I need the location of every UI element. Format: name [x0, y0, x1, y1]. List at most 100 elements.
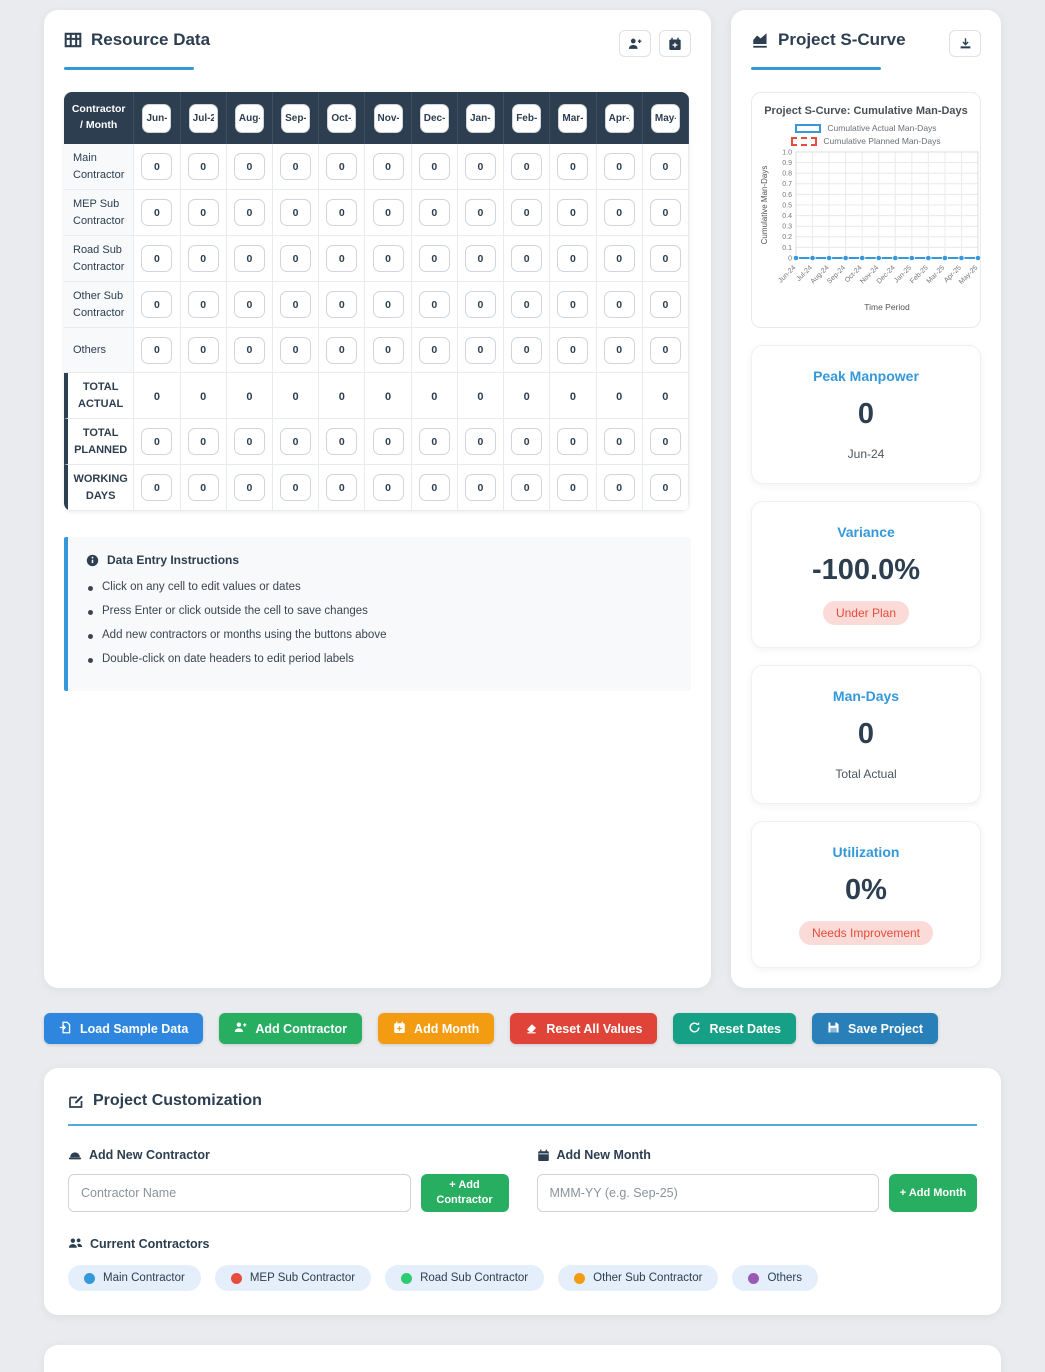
- total-value-input[interactable]: [233, 474, 265, 501]
- value-input[interactable]: [372, 199, 404, 226]
- value-input[interactable]: [649, 245, 681, 272]
- value-input[interactable]: [649, 336, 681, 364]
- load-sample-data-button[interactable]: Load Sample Data: [44, 1013, 204, 1044]
- value-input[interactable]: [372, 291, 404, 318]
- value-input[interactable]: [326, 336, 358, 364]
- value-input[interactable]: [418, 336, 450, 364]
- total-value-input[interactable]: [557, 428, 589, 455]
- value-input[interactable]: [280, 199, 312, 226]
- value-input[interactable]: [372, 153, 404, 180]
- value-input[interactable]: [464, 336, 496, 364]
- value-input[interactable]: [511, 153, 543, 180]
- value-input[interactable]: [233, 153, 265, 180]
- value-input[interactable]: [326, 199, 358, 226]
- value-input[interactable]: [233, 245, 265, 272]
- value-input[interactable]: [326, 245, 358, 272]
- value-input[interactable]: [372, 245, 404, 272]
- reset-dates-button[interactable]: Reset Dates: [673, 1013, 797, 1044]
- download-chart-button[interactable]: [949, 30, 981, 57]
- new-month-input[interactable]: [536, 1174, 879, 1212]
- total-value-input[interactable]: [418, 474, 450, 501]
- total-value-input[interactable]: [418, 428, 450, 455]
- add-contractor-button[interactable]: + Add Contractor: [420, 1174, 509, 1212]
- total-value-input[interactable]: [511, 474, 543, 501]
- total-value-input[interactable]: [372, 428, 404, 455]
- value-input[interactable]: [511, 336, 543, 364]
- value-input[interactable]: [649, 153, 681, 180]
- total-value-input[interactable]: [280, 428, 312, 455]
- total-value-input[interactable]: [280, 474, 312, 501]
- value-input[interactable]: [464, 291, 496, 318]
- value-input[interactable]: [141, 291, 173, 318]
- month-header-input[interactable]: [142, 103, 172, 133]
- value-input[interactable]: [464, 199, 496, 226]
- value-input[interactable]: [372, 336, 404, 364]
- month-header-input[interactable]: [512, 103, 542, 133]
- add-contractor-button[interactable]: Add Contractor: [219, 1013, 363, 1044]
- value-input[interactable]: [326, 291, 358, 318]
- value-input[interactable]: [511, 199, 543, 226]
- value-input[interactable]: [464, 153, 496, 180]
- value-input[interactable]: [649, 199, 681, 226]
- value-input[interactable]: [326, 153, 358, 180]
- total-value-input[interactable]: [372, 474, 404, 501]
- add-month-button[interactable]: Add Month: [378, 1013, 495, 1044]
- add-month-icon-button[interactable]: [659, 30, 691, 57]
- month-header-input[interactable]: [234, 103, 264, 133]
- total-value-input[interactable]: [141, 474, 173, 501]
- value-input[interactable]: [464, 245, 496, 272]
- total-value-input[interactable]: [603, 474, 635, 501]
- total-value-input[interactable]: [141, 428, 173, 455]
- total-value-input[interactable]: [187, 428, 219, 455]
- value-input[interactable]: [187, 153, 219, 180]
- value-input[interactable]: [418, 199, 450, 226]
- total-value-input[interactable]: [187, 474, 219, 501]
- total-value-input[interactable]: [326, 428, 358, 455]
- month-header-input[interactable]: [188, 103, 218, 133]
- add-contractor-icon-button[interactable]: [619, 30, 651, 57]
- month-header-input[interactable]: [419, 103, 449, 133]
- value-input[interactable]: [557, 336, 589, 364]
- month-header-input[interactable]: [327, 103, 357, 133]
- add-month-button[interactable]: + Add Month: [889, 1174, 977, 1212]
- reset-all-values-button[interactable]: Reset All Values: [510, 1013, 658, 1044]
- value-input[interactable]: [511, 245, 543, 272]
- save-project-button[interactable]: Save Project: [812, 1013, 939, 1044]
- value-input[interactable]: [280, 153, 312, 180]
- value-input[interactable]: [603, 153, 635, 180]
- total-value-input[interactable]: [649, 428, 681, 455]
- total-value-input[interactable]: [511, 428, 543, 455]
- value-input[interactable]: [557, 245, 589, 272]
- value-input[interactable]: [418, 245, 450, 272]
- value-input[interactable]: [511, 291, 543, 318]
- value-input[interactable]: [187, 199, 219, 226]
- value-input[interactable]: [233, 291, 265, 318]
- month-header-input[interactable]: [650, 103, 680, 133]
- value-input[interactable]: [557, 199, 589, 226]
- total-value-input[interactable]: [464, 474, 496, 501]
- value-input[interactable]: [557, 153, 589, 180]
- value-input[interactable]: [141, 336, 173, 364]
- value-input[interactable]: [233, 336, 265, 364]
- total-value-input[interactable]: [326, 474, 358, 501]
- month-header-input[interactable]: [373, 103, 403, 133]
- value-input[interactable]: [141, 153, 173, 180]
- month-header-input[interactable]: [604, 103, 634, 133]
- contractor-name-input[interactable]: [68, 1174, 411, 1212]
- total-value-input[interactable]: [603, 428, 635, 455]
- value-input[interactable]: [557, 291, 589, 318]
- value-input[interactable]: [418, 291, 450, 318]
- value-input[interactable]: [603, 336, 635, 364]
- value-input[interactable]: [280, 336, 312, 364]
- value-input[interactable]: [280, 245, 312, 272]
- value-input[interactable]: [280, 291, 312, 318]
- value-input[interactable]: [233, 199, 265, 226]
- total-value-input[interactable]: [557, 474, 589, 501]
- value-input[interactable]: [418, 153, 450, 180]
- month-header-input[interactable]: [281, 103, 311, 133]
- value-input[interactable]: [187, 336, 219, 364]
- value-input[interactable]: [141, 245, 173, 272]
- total-value-input[interactable]: [649, 474, 681, 501]
- value-input[interactable]: [603, 291, 635, 318]
- value-input[interactable]: [603, 245, 635, 272]
